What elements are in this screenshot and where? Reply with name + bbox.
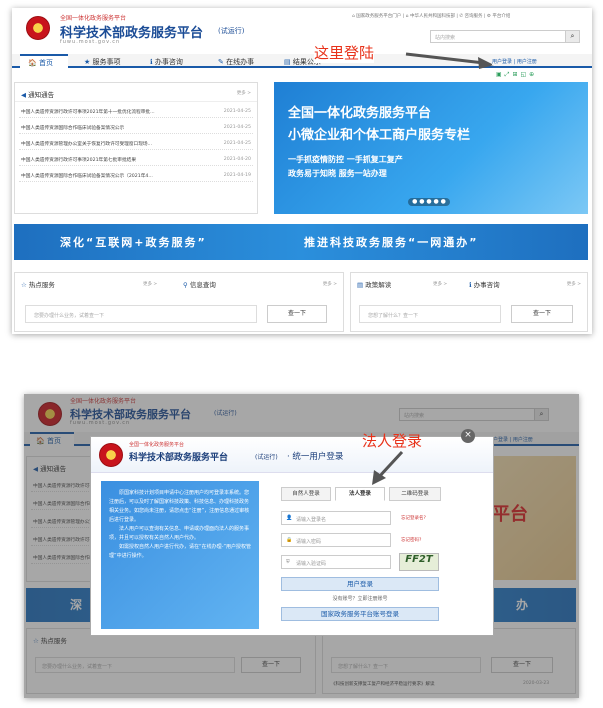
login-modal: 全国一体化政务服务平台 科学技术部政务服务平台 (试运行) · 统一用户登录 ×…: [90, 429, 494, 636]
policy-search-input[interactable]: 您想了解什么？查一下: [359, 305, 501, 323]
trial-label: (试运行): [218, 27, 245, 35]
lock-icon: 🔒: [286, 537, 293, 543]
modal-title: 科学技术部政务服务平台: [129, 453, 229, 463]
org-top-text: 全国一体化政务服务平台: [60, 15, 127, 22]
username-field[interactable]: 👤 请输入登录名: [281, 511, 391, 525]
hot-search-button[interactable]: 查一下: [267, 305, 327, 323]
modal-header: 全国一体化政务服务平台 科学技术部政务服务平台 (试运行) · 统一用户登录: [91, 437, 493, 473]
search-input[interactable]: 站内搜索: [435, 34, 455, 41]
annotation-login-here: 这里登陆: [314, 42, 375, 63]
user-icon: 👤: [286, 515, 293, 521]
modal-intro-panel: 原国家科技计划项目申请中心注册用户均可登录本系统。您注册后，可以及时了解国家科技…: [101, 481, 259, 629]
screenshot-login-modal: 全国一体化政务服务平台 科学技术部政务服务平台 (试运行) fuwu.most.…: [24, 394, 579, 698]
nav-services[interactable]: ★ 服务事项: [84, 57, 121, 67]
list-item[interactable]: 中国人类遗传资源行政许可事项2021年第十一批优化流程审批... 2021-04-…: [19, 105, 253, 118]
list-item[interactable]: 中国人类遗传资源管理办公室关于恢复行政许可受理窗口现场... 2021-04-25: [19, 137, 253, 150]
policy-search-button[interactable]: 查一下: [511, 305, 573, 323]
banner-slogan2: 政务易于知晓 服务一站办理: [288, 169, 387, 178]
policy-more[interactable]: 更多 >: [433, 281, 447, 287]
annotation-arrow-icon: [372, 450, 404, 485]
accessibility-tools-icon[interactable]: ▣⤢⊞◱⊕: [496, 71, 537, 79]
top-links[interactable]: ⌂ 国家政务服务平台门户 | ⌂ 中华人民共和国科技部 | ✆ 咨询服务 | ⚙…: [352, 13, 510, 19]
policy-title[interactable]: ▤ 政策解读: [357, 279, 391, 289]
close-icon[interactable]: ×: [461, 429, 475, 443]
list-item[interactable]: 中国人类遗传资源国际合作临床试验备案情况公示（2021年4... 2021-04-…: [19, 169, 253, 182]
banner-slogan1: 一手抓疫情防控 一手抓复工复产: [288, 155, 403, 164]
account-links: 用户登录 | 用户注册: [492, 58, 537, 65]
hot-search-input[interactable]: 您要办理什么业务，试着查一下: [25, 305, 257, 323]
modal-trial: (试运行): [255, 454, 278, 461]
national-emblem-logo: [26, 16, 50, 40]
nav-consult[interactable]: ℹ 办事咨询: [150, 57, 183, 67]
strip-right: 推进科技政务服务“一网通办”: [304, 236, 479, 249]
consult-tab[interactable]: ℹ 办事咨询: [469, 279, 500, 289]
notice-title: ◀ 通知通告: [21, 91, 55, 99]
modal-emblem-logo: [99, 443, 123, 467]
tab-natural-person[interactable]: 自然人登录: [281, 487, 331, 501]
search-box[interactable]: 站内搜索 ⌕: [430, 30, 580, 43]
notice-panel: ◀ 通知通告 更多 > 中国人类遗传资源行政许可事项2021年第十一批优化流程审…: [14, 82, 258, 214]
list-item[interactable]: 中国人类遗传资源行政许可事项2021年第七批审批结果 2021-04-20: [19, 153, 253, 166]
shield-icon: ⛨: [286, 559, 290, 565]
tab-corporate[interactable]: 法人登录: [335, 487, 385, 501]
hot-services-panel: ☆ 热点服务 更多 > ⚲ 信息查询 更多 > 您要办理什么业务，试着查一下 查…: [14, 272, 344, 332]
site-url: fuwu.most.gov.cn: [60, 39, 121, 45]
modal-org-top: 全国一体化政务服务平台: [129, 442, 185, 448]
modal-subtitle: · 统一用户登录: [287, 452, 344, 462]
forgot-password-link[interactable]: 忘记密码?: [401, 537, 421, 543]
policy-panel: ▤ 政策解读 更多 > ℹ 办事咨询 更多 > 您想了解什么？查一下 查一下: [350, 272, 588, 332]
search-icon[interactable]: ⌕: [565, 31, 579, 42]
info-query-tab[interactable]: ⚲ 信息查询: [183, 279, 216, 289]
intro-paragraph-1: 原国家科技计划项目申请中心注册用户均可登录本系统。您注册后，可以及时了解国家科技…: [109, 490, 250, 523]
notice-more[interactable]: 更多 >: [237, 90, 251, 96]
info-more[interactable]: 更多 >: [323, 281, 337, 287]
register-prompt[interactable]: 没有账号？立即注册账号: [281, 595, 439, 602]
hot-more[interactable]: 更多 >: [143, 281, 157, 287]
slogan-strip: 深化“互联网+政务服务” 推进科技政务服务“一网通办”: [14, 224, 588, 260]
captcha-image[interactable]: FF2T: [399, 553, 439, 571]
intro-paragraph-2: 法人用户可以查询有关信息、申请或办理面向法人的服务事项，并且可以授权有关自然人用…: [109, 526, 250, 541]
intro-paragraph-3: 如需授权自然人用户进行代办，请在“在线办理-”用户授权管理”中进行操作。: [109, 544, 251, 559]
national-platform-login-button[interactable]: 国家政务服务平台账号登录: [281, 607, 439, 621]
promo-banner[interactable]: 全国一体化政务服务平台 小微企业和个体工商户服务专栏 一手抓疫情防控 一手抓复工…: [274, 82, 588, 214]
consult-more[interactable]: 更多 >: [567, 281, 581, 287]
tab-qrcode[interactable]: 二维码登录: [389, 487, 441, 501]
screenshot-portal: 全国一体化政务服务平台 科学技术部政务服务平台 (试运行) fuwu.most.…: [12, 8, 592, 334]
banner-line2: 小微企业和个体工商户服务专栏: [288, 128, 471, 143]
nav-online[interactable]: ✎ 在线办事: [218, 57, 254, 67]
user-register-link[interactable]: 用户注册: [517, 59, 537, 65]
banner-line1: 全国一体化政务服务平台: [288, 106, 432, 121]
list-item[interactable]: 中国人类遗传资源国际合作临床试验备案情况公示 2021-04-25: [19, 121, 253, 134]
strip-left: 深化“互联网+政务服务”: [60, 236, 207, 249]
nav-home[interactable]: 🏠 首页: [20, 54, 68, 68]
user-login-link[interactable]: 用户登录: [492, 59, 512, 65]
annotation-arrow-icon: [405, 52, 494, 69]
captcha-field[interactable]: ⛨ 请输入验证码: [281, 555, 391, 569]
password-field[interactable]: 🔒 请输入密码: [281, 533, 391, 547]
hot-services-title: ☆ 热点服务: [21, 281, 55, 289]
forgot-username-link[interactable]: 忘记登录名?: [401, 515, 426, 521]
user-login-button[interactable]: 用户登录: [281, 577, 439, 591]
carousel-dots[interactable]: ● ● ● ● ●: [408, 198, 450, 206]
